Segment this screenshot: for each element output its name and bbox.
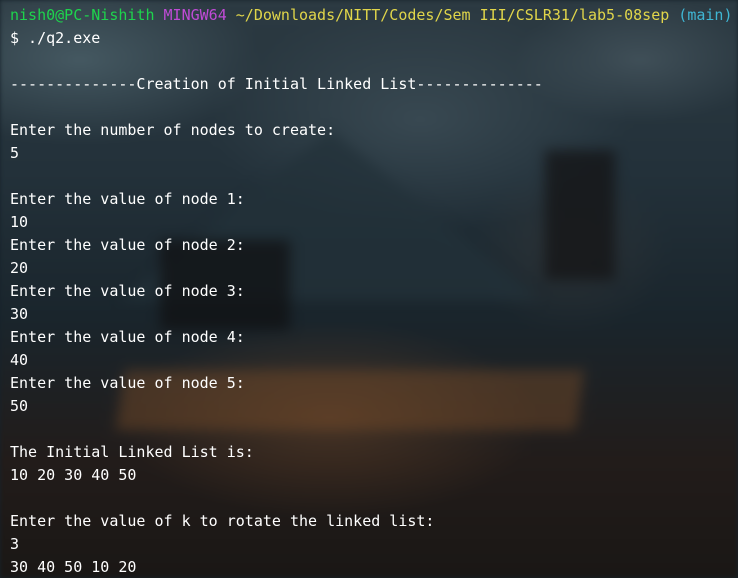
prompt-path: ~/Downloads/NITT/Codes/Sem III/CSLR31/la… (235, 6, 670, 24)
terminal-output: nish0@PC-Nishith MINGW64 ~/Downloads/NIT… (10, 4, 732, 578)
output-line: 10 20 30 40 50 (10, 466, 137, 484)
terminal-window[interactable]: nish0@PC-Nishith MINGW64 ~/Downloads/NIT… (0, 0, 738, 578)
prompt-line: nish0@PC-Nishith MINGW64 ~/Downloads/NIT… (10, 4, 732, 27)
output-line: The Initial Linked List is: (10, 443, 254, 461)
output-line: Enter the number of nodes to create: (10, 121, 336, 139)
command-line: $ ./q2.exe (10, 29, 101, 47)
output-line: 20 (10, 259, 29, 277)
output-line: Enter the value of node 2: (10, 236, 245, 254)
output-line: 50 (10, 397, 29, 415)
output-line: --------------Creation of Initial Linked… (10, 75, 543, 93)
output-line: 30 40 50 10 20 (10, 558, 137, 576)
prompt-branch: (main) (678, 6, 733, 24)
output-line: 10 (10, 213, 29, 231)
output-line: Enter the value of node 1: (10, 190, 245, 208)
output-line: 5 (10, 144, 20, 162)
output-line: Enter the value of node 3: (10, 282, 245, 300)
output-line: Enter the value of node 4: (10, 328, 245, 346)
prompt-system: MINGW64 (163, 6, 227, 24)
output-line: Enter the value of k to rotate the linke… (10, 512, 435, 530)
output-line: 3 (10, 535, 20, 553)
output-line: 40 (10, 351, 29, 369)
output-line: 30 (10, 305, 29, 323)
output-line: Enter the value of node 5: (10, 374, 245, 392)
prompt-user-host: nish0@PC-Nishith (10, 6, 155, 24)
